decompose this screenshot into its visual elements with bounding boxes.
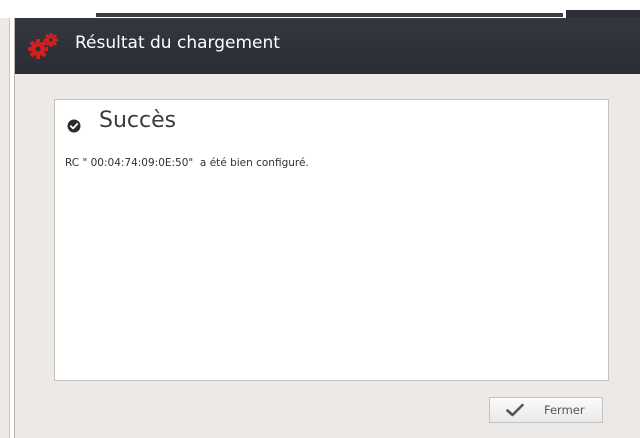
result-message: RC " 00:04:74:09:0E:50" a été bien confi… (65, 157, 309, 169)
dialog-title: Résultat du chargement (75, 33, 280, 53)
check-circle-icon (67, 119, 81, 133)
background-window-edge (0, 18, 10, 438)
checkmark-icon (506, 403, 524, 417)
result-dialog: Résultat du chargement Succès RC " 00:04… (14, 18, 640, 438)
background-window-bar (96, 13, 563, 17)
close-button-label: Fermer (544, 403, 585, 417)
background-window-tab (566, 10, 640, 18)
dialog-titlebar: Résultat du chargement (15, 18, 640, 74)
gears-icon (28, 33, 58, 59)
result-panel: Succès RC " 00:04:74:09:0E:50" a été bie… (54, 99, 609, 381)
close-button[interactable]: Fermer (489, 397, 603, 423)
status-heading: Succès (99, 108, 177, 133)
